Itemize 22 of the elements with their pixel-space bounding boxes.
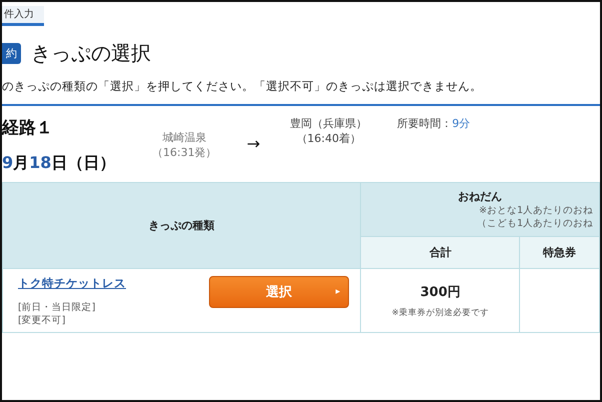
- arrival-station: 豊岡（兵庫県）: [290, 116, 368, 131]
- price-note: ※おとな1人あたりのおね: [478, 204, 593, 217]
- departure-station: 城崎温泉: [162, 130, 206, 145]
- arrow-icon: →: [246, 134, 260, 153]
- departure-time: （16:31発）: [152, 145, 217, 160]
- column-header: 合計: [360, 236, 520, 268]
- page-title: きっぷの選択: [31, 40, 151, 67]
- reservation-badge: 約: [2, 43, 21, 64]
- column-header: 特急券: [520, 236, 600, 268]
- price-note: （こども1人あたりのおね: [476, 217, 593, 230]
- table-header: きっぷの種類: [2, 182, 361, 268]
- travel-duration: 所要時間：9分: [397, 116, 470, 131]
- ticket-name-link[interactable]: トク特チケットレス: [18, 276, 126, 290]
- instruction-text: のきっぷの種類の「選択」を押してください。「選択不可」のきっぷは選択できません。: [2, 67, 600, 106]
- column-title: おねだん: [458, 190, 502, 203]
- ticket-condition: [変更不可]: [18, 314, 66, 327]
- arrival-time: （16:40着）: [296, 131, 361, 146]
- ticket-condition: [前日・当日限定]: [18, 301, 96, 314]
- total-price: 300円: [419, 284, 462, 300]
- tab-label[interactable]: 件入力: [2, 6, 44, 26]
- price-remark: ※乗車券が別途必要です: [390, 306, 490, 318]
- travel-date: 9月 18日（日）: [2, 153, 116, 174]
